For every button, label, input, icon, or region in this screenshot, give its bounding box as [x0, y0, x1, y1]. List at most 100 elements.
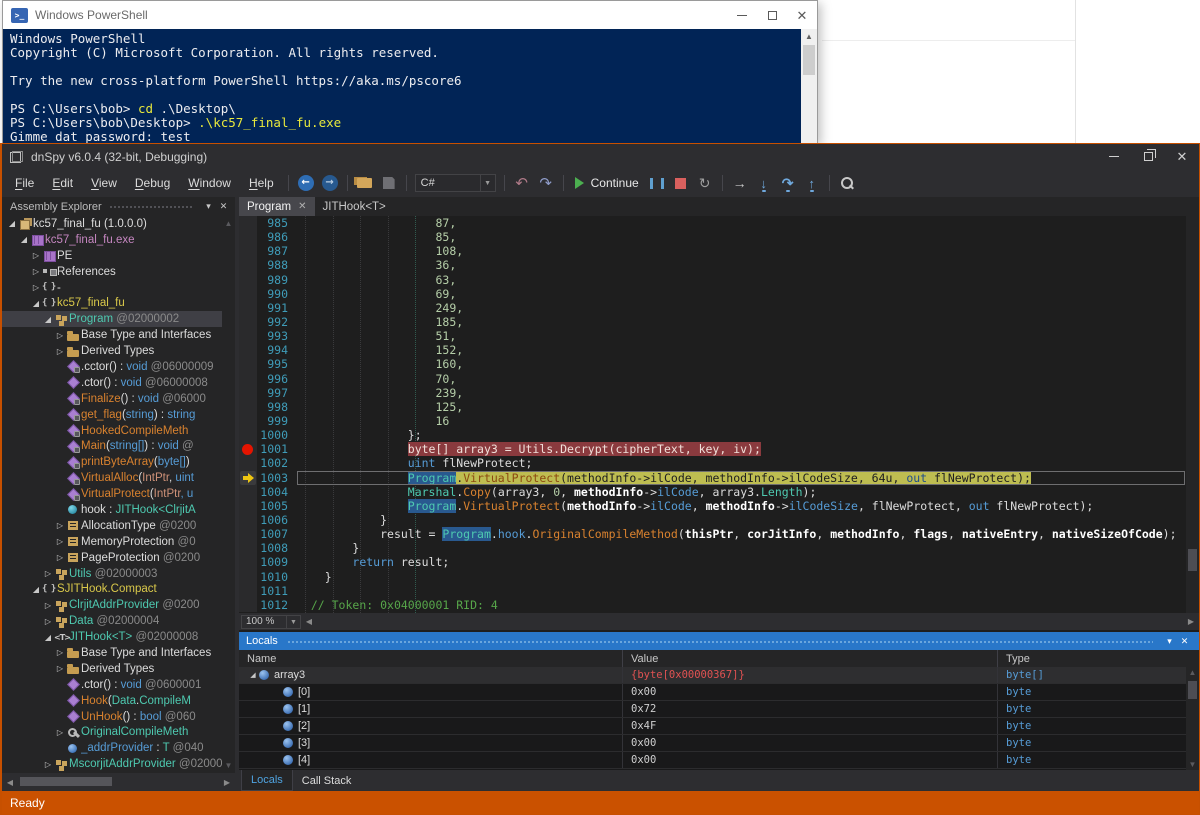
close-button[interactable]: ✕: [1165, 144, 1199, 169]
locals-type-cell[interactable]: byte: [998, 684, 1199, 700]
code-line[interactable]: 986 85,: [239, 230, 1199, 244]
breakpoint-margin[interactable]: [239, 357, 257, 371]
tab-locals[interactable]: Locals: [241, 770, 293, 791]
tree-item[interactable]: .ctor() : void @06000008: [2, 375, 235, 391]
search-icon[interactable]: [835, 171, 859, 195]
locals-row[interactable]: [1]0x72byte: [239, 701, 1199, 718]
locals-row[interactable]: ◢array3{byte[0x00000367]}byte[]: [239, 667, 1199, 684]
continue-button[interactable]: Continue: [569, 171, 645, 195]
locals-titlebar[interactable]: Locals ▾ ✕: [239, 632, 1199, 650]
tree-item[interactable]: UnHook() : bool @060: [2, 709, 235, 725]
tree-item[interactable]: MemoryProtection @0: [2, 534, 235, 550]
code-line[interactable]: 1006 }: [239, 513, 1199, 527]
breakpoint-margin[interactable]: [239, 485, 257, 499]
breakpoint-margin[interactable]: [239, 315, 257, 329]
expander-open-icon[interactable]: [18, 235, 30, 244]
expander-open-icon[interactable]: [42, 315, 54, 324]
breakpoint-margin[interactable]: [239, 244, 257, 258]
locals-name-cell[interactable]: [0]: [239, 684, 623, 700]
locals-value-cell[interactable]: 0x4F: [623, 718, 998, 734]
nav-forward-icon[interactable]: [318, 171, 342, 195]
assembly-explorer-header[interactable]: Assembly Explorer ▾ ✕: [2, 197, 235, 216]
locals-value-cell[interactable]: 0x00: [623, 684, 998, 700]
step-into-icon[interactable]: [752, 171, 776, 195]
scrollbar-thumb[interactable]: [803, 45, 815, 75]
breakpoint-margin[interactable]: [239, 258, 257, 272]
step-over-icon[interactable]: [776, 171, 800, 195]
maximize-button[interactable]: [757, 1, 787, 29]
open-file-icon[interactable]: [353, 171, 377, 195]
panel-menu-icon[interactable]: ▾: [1162, 636, 1177, 647]
code-line[interactable]: 998 125,: [239, 400, 1199, 414]
locals-type-cell[interactable]: byte: [998, 752, 1199, 768]
tree-item[interactable]: Data @02000004: [2, 613, 235, 629]
minimize-button[interactable]: [727, 1, 757, 29]
code-line[interactable]: 1007 result = Program.hook.OriginalCompi…: [239, 527, 1199, 541]
breakpoint-margin[interactable]: [239, 456, 257, 470]
breakpoint-margin[interactable]: [239, 230, 257, 244]
undo-icon[interactable]: [510, 171, 534, 195]
code-line[interactable]: 1001 byte[] array3 = Utils.Decrypt(ciphe…: [239, 442, 1199, 456]
code-line[interactable]: 1012 // Token: 0x04000001 RID: 4: [239, 598, 1199, 612]
locals-vertical-scrollbar[interactable]: ▲ ▼: [1186, 667, 1199, 770]
close-icon[interactable]: ✕: [298, 201, 306, 212]
powershell-titlebar[interactable]: >_ Windows PowerShell ✕: [3, 1, 817, 29]
tree-item[interactable]: JITHook<T> @02000008: [2, 629, 235, 645]
tree-item[interactable]: PE: [2, 248, 235, 264]
tree-item[interactable]: VirtualAlloc(IntPtr, uint: [2, 470, 235, 486]
code-line[interactable]: 999 16: [239, 414, 1199, 428]
breakpoint-margin[interactable]: [239, 570, 257, 584]
code-line[interactable]: 1004 Marshal.Copy(array3, 0, methodInfo-…: [239, 485, 1199, 499]
minimize-button[interactable]: [1097, 144, 1131, 169]
breakpoint-margin[interactable]: [239, 372, 257, 386]
column-header-name[interactable]: Name: [239, 650, 623, 667]
scroll-right-icon[interactable]: ▶: [1183, 617, 1199, 626]
expander-closed-icon[interactable]: [54, 728, 66, 737]
expander-open-icon[interactable]: [6, 219, 18, 228]
locals-value-cell[interactable]: 0x00: [623, 752, 998, 768]
restore-button[interactable]: [1131, 144, 1165, 169]
tree-item[interactable]: Finalize() : void @06000: [2, 391, 235, 407]
locals-row[interactable]: [3]0x00byte: [239, 735, 1199, 752]
language-combo[interactable]: C#▼: [415, 174, 496, 192]
tree-item[interactable]: AllocationType @0200: [2, 518, 235, 534]
code-line[interactable]: 991 249,: [239, 301, 1199, 315]
dnspy-titlebar[interactable]: dnSpy v6.0.4 (32-bit, Debugging) ✕: [2, 144, 1199, 169]
breakpoint-margin[interactable]: [239, 442, 257, 456]
tree-item[interactable]: kc57_final_fu.exe: [2, 232, 235, 248]
tree-item[interactable]: MscorjitAddrProvider @02000: [2, 756, 235, 772]
tree-item[interactable]: Base Type and Interfaces: [2, 645, 235, 661]
powershell-terminal[interactable]: Windows PowerShellCopyright (C) Microsof…: [3, 29, 817, 143]
scroll-down-icon[interactable]: ▼: [1186, 760, 1199, 769]
breakpoint-margin[interactable]: [239, 287, 257, 301]
tree-horizontal-scrollbar[interactable]: ◀ ▶: [2, 773, 235, 791]
expander-closed-icon[interactable]: [30, 267, 42, 276]
breakpoint-margin[interactable]: [239, 273, 257, 287]
breakpoint-margin[interactable]: [239, 386, 257, 400]
code-line[interactable]: 994 152,: [239, 343, 1199, 357]
expander-closed-icon[interactable]: [54, 553, 66, 562]
menu-file[interactable]: File: [6, 176, 43, 190]
menu-edit[interactable]: Edit: [43, 176, 82, 190]
scrollbar-thumb[interactable]: [20, 777, 112, 786]
expander-closed-icon[interactable]: [42, 760, 54, 769]
locals-name-cell[interactable]: [2]: [239, 718, 623, 734]
close-button[interactable]: ✕: [787, 1, 817, 29]
tree-item[interactable]: .cctor() : void @06000009: [2, 359, 235, 375]
show-next-statement-icon[interactable]: [728, 171, 752, 195]
breakpoint-margin[interactable]: [239, 598, 257, 612]
code-line[interactable]: 1000 };: [239, 428, 1199, 442]
expander-closed-icon[interactable]: [54, 347, 66, 356]
tree-item[interactable]: OriginalCompileMeth: [2, 725, 235, 741]
code-line[interactable]: 990 69,: [239, 287, 1199, 301]
expander-closed-icon[interactable]: [42, 569, 54, 578]
expander-closed-icon[interactable]: [42, 601, 54, 610]
tab-call-stack[interactable]: Call Stack: [293, 770, 361, 791]
code-line[interactable]: 1008 }: [239, 541, 1199, 555]
locals-type-cell[interactable]: byte: [998, 735, 1199, 751]
breakpoint-margin[interactable]: [239, 527, 257, 541]
locals-type-cell[interactable]: byte: [998, 718, 1199, 734]
breakpoint-margin[interactable]: [239, 555, 257, 569]
scroll-left-icon[interactable]: ◀: [301, 617, 317, 626]
code-line[interactable]: 987 108,: [239, 244, 1199, 258]
